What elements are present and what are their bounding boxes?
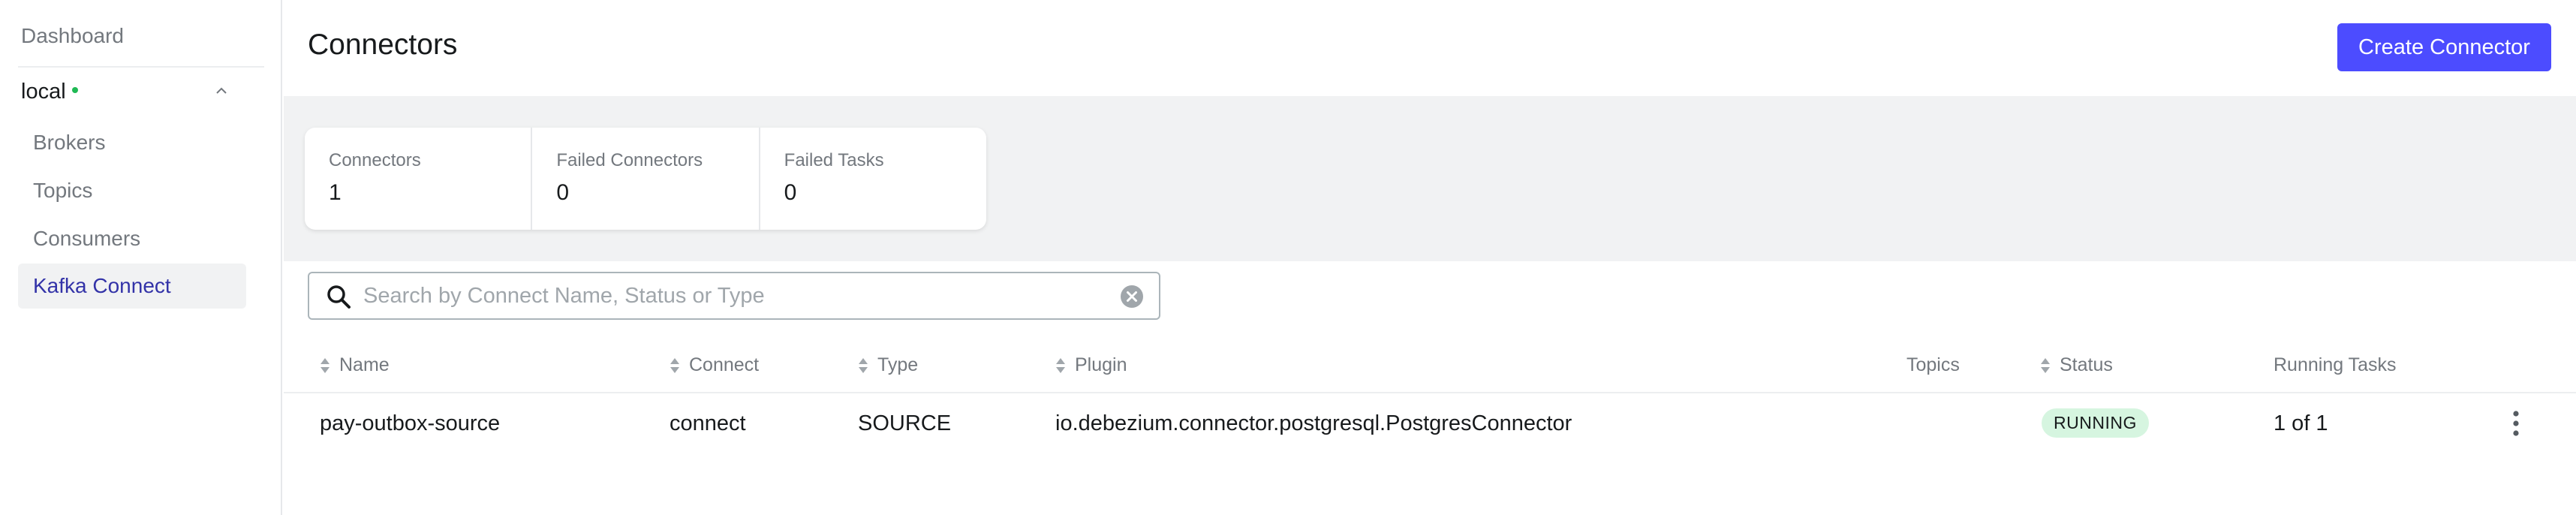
cell-running-tasks: 1 of 1 (2274, 411, 2328, 435)
status-badge: RUNNING (2042, 408, 2149, 438)
sidebar-divider (18, 66, 264, 68)
sort-icon (670, 357, 679, 373)
cluster-toggle[interactable]: local (21, 80, 78, 104)
column-label: Status (2060, 354, 2113, 375)
metrics-card: Connectors 1 Failed Connectors 0 Failed … (305, 128, 986, 230)
metrics-band: Connectors 1 Failed Connectors 0 Failed … (284, 96, 2576, 261)
column-label: Connect (689, 354, 760, 375)
cell-connect: connect (670, 411, 746, 435)
cell-plugin: io.debezium.connector.postgresql.Postgre… (1055, 411, 1572, 435)
column-header-type[interactable]: Type (858, 354, 918, 376)
chevron-up-icon[interactable] (215, 84, 228, 98)
kebab-menu-icon[interactable] (2510, 408, 2522, 438)
create-connector-button[interactable]: Create Connector (2337, 23, 2551, 71)
column-label: Running Tasks (2274, 354, 2397, 375)
column-label: Topics (1906, 354, 1960, 375)
cell-type: SOURCE (858, 411, 952, 435)
metric-failed-tasks: Failed Tasks 0 (760, 128, 986, 230)
column-header-status[interactable]: Status (2040, 354, 2113, 376)
page-title: Connectors (308, 29, 458, 61)
column-label: Name (339, 354, 390, 375)
sidebar: Dashboard local Brokers Topics Consumers… (0, 0, 282, 515)
column-header-plugin[interactable]: Plugin (1055, 354, 1127, 376)
column-label: Type (877, 354, 919, 375)
metric-connectors: Connectors 1 (305, 128, 533, 230)
sidebar-item-topics[interactable]: Topics (18, 168, 246, 213)
table-header: Name Connect Type Plugin Topics Status R… (284, 341, 2576, 393)
metric-label: Failed Connectors (556, 150, 703, 170)
sidebar-item-consumers[interactable]: Consumers (18, 216, 246, 261)
sidebar-item-kafka-connect[interactable]: Kafka Connect (18, 264, 246, 309)
column-label: Plugin (1075, 354, 1127, 375)
cluster-name: local (21, 80, 66, 104)
metric-value: 0 (556, 180, 570, 205)
sort-icon (1056, 357, 1065, 373)
column-header-running-tasks: Running Tasks (2274, 354, 2397, 376)
column-header-topics: Topics (1906, 354, 1960, 376)
search-box (308, 272, 1160, 320)
column-header-connect[interactable]: Connect (670, 354, 759, 376)
sort-icon (2041, 357, 2050, 373)
metric-label: Failed Tasks (784, 150, 884, 170)
clear-icon[interactable] (1120, 285, 1144, 309)
cluster-status-dot (71, 87, 78, 94)
sidebar-item-dashboard[interactable]: Dashboard (21, 24, 124, 48)
column-header-name[interactable]: Name (320, 354, 390, 376)
sort-icon (320, 357, 330, 373)
search-icon (327, 285, 351, 309)
metric-value: 1 (329, 180, 342, 205)
cell-name: pay-outbox-source (320, 411, 501, 435)
metric-failed-connectors: Failed Connectors 0 (532, 128, 760, 230)
sort-icon (859, 357, 868, 373)
metric-label: Connectors (329, 150, 421, 170)
search-input[interactable] (363, 273, 1099, 318)
metric-value: 0 (784, 180, 797, 205)
table-row[interactable]: pay-outbox-source connect SOURCE io.debe… (284, 395, 2576, 455)
sidebar-item-brokers[interactable]: Brokers (18, 120, 246, 165)
